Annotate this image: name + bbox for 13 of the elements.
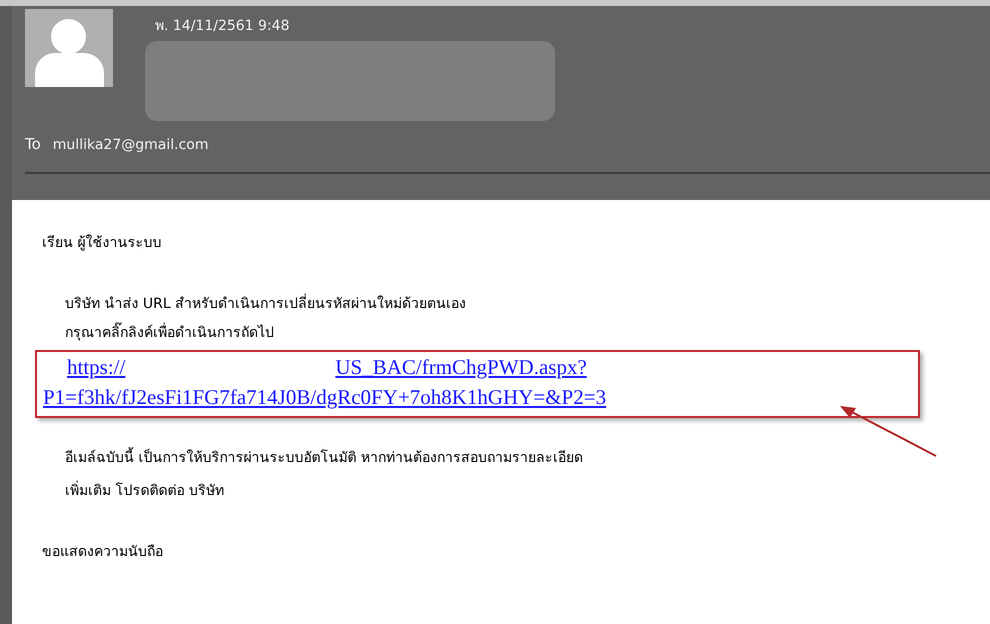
- closing-text: ขอแสดงความนับถือ: [42, 543, 164, 562]
- paragraph-text: เพิ่มเติม โปรดติดต่อ บริษัท: [65, 481, 990, 502]
- paragraph-text: บริษัท นำส่ง URL สำหรับดำเนินการเปลี่ยนรหัสผ่านใหม่ด้วยตนเอง: [65, 294, 990, 315]
- paragraph-text: อีเมล์ฉบับนี้ เป็นการให้บริการผ่านระบบอัตโนมัติ หากท่านต้องการสอบถามรายละเอียด: [65, 448, 990, 469]
- to-label: To: [25, 134, 41, 155]
- paragraph-text: กรุณาคลิ๊กลิงค์เพื่อดำเนินการถัดไป: [65, 323, 990, 344]
- greeting-text: เรียน ผู้ใช้งานระบบ: [42, 234, 162, 253]
- avatar-icon: [25, 9, 113, 87]
- reset-link[interactable]: P1=f3hk/fJ2esFi1FG7fa714J0B/dgRc0FY+7oh8K1hGHY=&P2=3: [43, 382, 918, 412]
- sent-date: พ. 14/11/2561 9:48: [155, 17, 290, 36]
- reset-link[interactable]: https://: [67, 352, 126, 382]
- reset-link[interactable]: US_BAC/frmChgPWD.aspx?: [335, 352, 587, 382]
- recipient-address: mullika27@gmail.com: [52, 136, 208, 154]
